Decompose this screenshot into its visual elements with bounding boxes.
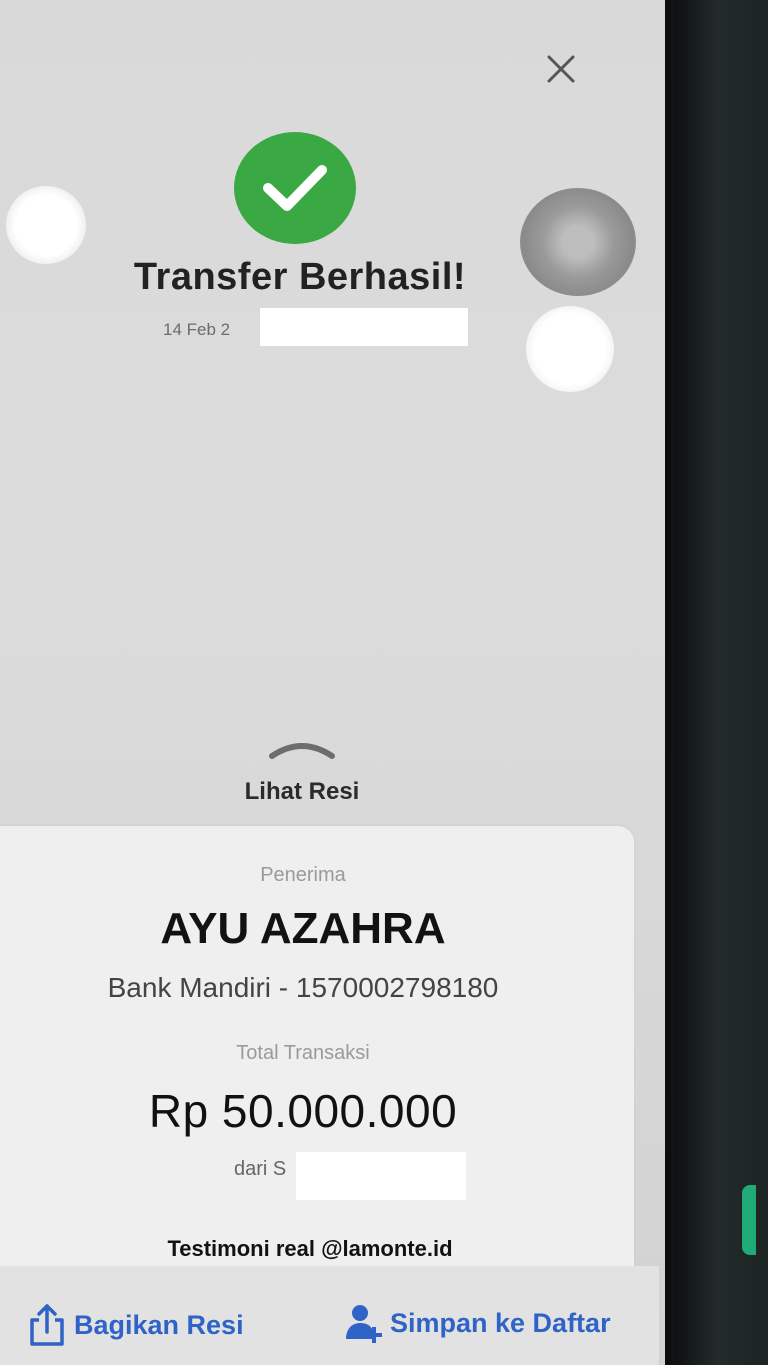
redaction-box — [296, 1152, 466, 1200]
redaction-box — [260, 308, 468, 346]
total-label: Total Transaksi — [236, 1042, 370, 1064]
close-button[interactable] — [540, 48, 582, 90]
check-circle-icon — [234, 132, 356, 244]
share-receipt-label: Bagikan Resi — [74, 1309, 244, 1340]
add-user-icon — [346, 1305, 382, 1343]
bank-account: Bank Mandiri - 1570002798180 — [107, 972, 499, 1003]
light-glare — [526, 306, 614, 392]
app-screen: Transfer Berhasil! 14 Feb 2 Lihat Resi P… — [0, 0, 671, 1365]
view-receipt-link[interactable]: Lihat Resi — [180, 778, 424, 806]
watermark-text: Testimoni real @lamonte.id — [167, 1236, 453, 1261]
share-receipt-button[interactable]: Bagikan Resi — [28, 1300, 244, 1350]
transaction-date: 14 Feb 2 — [163, 320, 231, 339]
sender-text: dari S — [234, 1158, 287, 1180]
light-glare — [6, 186, 86, 264]
save-to-list-button[interactable]: Simpan ke Daftar — [346, 1298, 611, 1348]
chevron-up-icon[interactable] — [268, 738, 336, 760]
page-title: Transfer Berhasil! — [133, 256, 467, 298]
close-icon — [547, 55, 575, 83]
background-app-accent — [742, 1185, 756, 1255]
recipient-name: AYU AZAHRA — [160, 904, 446, 953]
recipient-label: Penerima — [260, 864, 346, 886]
transaction-amount: Rp 50.000.000 — [148, 1085, 458, 1137]
save-to-list-label: Simpan ke Daftar — [390, 1307, 611, 1338]
share-icon — [30, 1304, 64, 1346]
